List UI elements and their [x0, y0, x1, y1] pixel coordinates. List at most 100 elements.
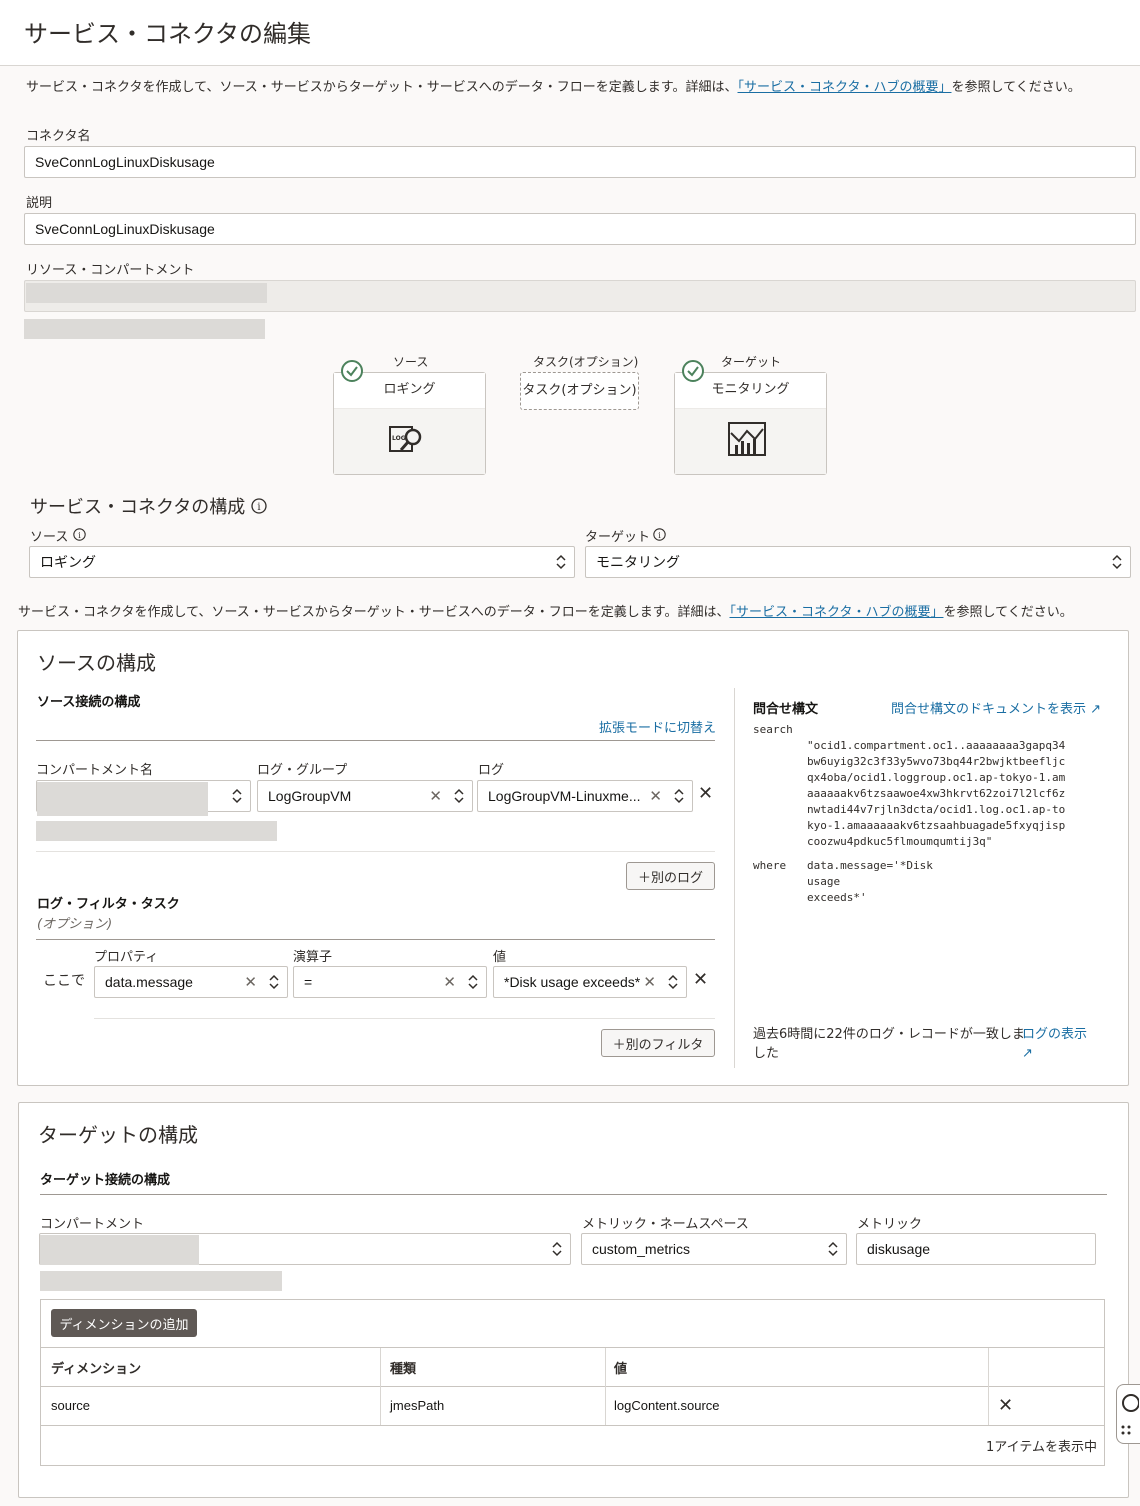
property-select[interactable]: data.message ✕	[94, 966, 288, 998]
query-line: bw6uyig32c3f33y5wvo73bq44r2bwjktbeefljc	[807, 755, 1066, 768]
query-line: coozwu4pdkuc5flmoumqumtij3q"	[807, 835, 993, 848]
source-connection-title: ソース接続の構成	[37, 695, 141, 710]
query-line: kyo-1.amaaaaaakv6tzsaahbuagade5fxyqjisp	[807, 819, 1066, 832]
intro-description: サービス・コネクタを作成して、ソース・サービスからターゲット・サービスへのデータ…	[26, 80, 738, 95]
config-title: サービス・コネクタの構成	[30, 497, 246, 518]
remove-dimension-icon[interactable]: ✕	[998, 1395, 1013, 1416]
metric-namespace-value: custom_metrics	[592, 1241, 691, 1257]
source-info-icon[interactable]: i	[73, 528, 86, 541]
source-check-icon	[341, 360, 363, 382]
source-card[interactable]: ロギング LOGS	[333, 372, 486, 475]
where-label: ここで	[43, 973, 85, 989]
divider	[94, 1018, 715, 1019]
clear-icon[interactable]: ✕	[649, 787, 662, 805]
target-card[interactable]: モニタリング	[674, 372, 827, 475]
connector-name-input[interactable]: SveConnLogLinuxDiskusage	[24, 146, 1136, 178]
help-chat-icon	[1121, 1394, 1140, 1435]
query-doc-link-label: 問合せ構文のドキュメントを表示	[891, 702, 1087, 717]
description-input[interactable]: SveConnLogLinuxDiskusage	[24, 213, 1136, 245]
dimension-name-cell: source	[51, 1398, 91, 1413]
query-line: usage	[807, 875, 841, 888]
source-config-title: ソースの構成	[37, 651, 156, 675]
metric-namespace-select[interactable]: custom_metrics	[581, 1233, 847, 1265]
logs-search-icon: LOGS	[389, 426, 422, 452]
advanced-mode-link[interactable]: 拡張モードに切替え	[599, 717, 716, 736]
chevron-updown-icon	[1112, 554, 1122, 570]
source-select-value: ロギング	[40, 554, 96, 570]
clear-icon[interactable]: ✕	[643, 973, 656, 991]
chevron-updown-icon	[668, 974, 678, 990]
description-label: 説明	[26, 196, 53, 211]
query-line: aaaaaakv6tzsaawoe4xw3hkrvt62zoi7l2lcf6z	[807, 787, 1066, 800]
operator-select[interactable]: = ✕	[293, 966, 487, 998]
intro-suffix: を参照してください。	[951, 80, 1081, 95]
column-divider	[605, 1348, 606, 1425]
clear-icon[interactable]: ✕	[244, 973, 257, 991]
property-label: プロパティ	[94, 950, 159, 965]
target-select[interactable]: モニタリング	[585, 546, 1131, 578]
remove-log-icon[interactable]: ✕	[698, 783, 713, 804]
add-filter-button[interactable]: ＋別のフィルタ	[601, 1029, 715, 1057]
svg-text:i: i	[78, 530, 81, 540]
redacted-target-compartment-path	[40, 1271, 282, 1291]
table-divider	[41, 1386, 1104, 1387]
query-divider	[734, 688, 735, 1068]
query-title: 問合せ構文	[753, 702, 819, 717]
help-widget[interactable]	[1116, 1384, 1140, 1444]
chevron-updown-icon	[556, 554, 566, 570]
filter-value: *Disk usage exceeds*	[504, 974, 641, 990]
add-dimension-button[interactable]: ディメンションの追加	[51, 1309, 197, 1337]
source-card-body: LOGS	[334, 409, 485, 474]
query-search-keyword: search	[753, 723, 793, 736]
clear-icon[interactable]: ✕	[429, 787, 442, 805]
chevron-updown-icon	[468, 974, 478, 990]
connector-name-value: SveConnLogLinuxDiskusage	[35, 154, 215, 170]
source-label: ソース	[30, 530, 69, 545]
svg-text:i: i	[257, 502, 260, 513]
redacted-source-compartment-path	[36, 821, 277, 841]
target-connection-title: ターゲット接続の構成	[40, 1173, 171, 1188]
clear-icon[interactable]: ✕	[443, 973, 456, 991]
query-line: "ocid1.compartment.oc1..aaaaaaaa3gapq34	[807, 739, 1066, 752]
divider	[36, 851, 715, 852]
external-link-icon: ↗	[1086, 702, 1102, 717]
redacted-compartment-path	[24, 319, 265, 339]
source-header: ソース	[393, 355, 429, 369]
remove-filter-icon[interactable]: ✕	[693, 969, 708, 990]
target-label: ターゲット	[585, 530, 651, 545]
query-where-keyword: where	[753, 859, 787, 872]
description-value: SveConnLogLinuxDiskusage	[35, 221, 215, 237]
target-check-icon	[682, 360, 704, 382]
source-select[interactable]: ロギング	[29, 546, 575, 578]
divider	[36, 939, 715, 940]
query-line: qx4oba/ocid1.loggroup.oc1.ap-tokyo-1.am	[807, 771, 1066, 784]
log-group-select[interactable]: LogGroupVM ✕	[257, 780, 473, 812]
log-filter-optional: (オプション)	[37, 917, 113, 932]
log-select[interactable]: LogGroupVM-Linuxme... ✕	[477, 780, 693, 812]
chevron-updown-icon	[454, 788, 464, 804]
add-log-button[interactable]: ＋別のログ	[626, 862, 715, 890]
redacted-compartment	[26, 283, 267, 303]
target-info-icon[interactable]: i	[653, 528, 666, 541]
property-value: data.message	[105, 974, 193, 990]
view-logs-link[interactable]: ログの表示 ↗	[1022, 1025, 1087, 1063]
log-label: ログ	[478, 763, 505, 778]
task-optional-button[interactable]: タスク(オプション)	[520, 372, 639, 410]
query-search-value: "ocid1.compartment.oc1..aaaaaaaa3gapq34 …	[807, 738, 1065, 850]
compartment-name-label: コンパートメント名	[36, 763, 154, 778]
column-header-type: 種類	[390, 1362, 417, 1377]
query-doc-link[interactable]: 問合せ構文のドキュメントを表示 ↗	[891, 698, 1101, 717]
metric-input[interactable]: diskusage	[856, 1233, 1096, 1265]
info-icon[interactable]: i	[251, 498, 267, 514]
log-group-label: ログ・グループ	[257, 763, 348, 778]
metric-value: diskusage	[867, 1241, 931, 1257]
intro-text: サービス・コネクタを作成して、ソース・サービスからターゲット・サービスへのデータ…	[26, 76, 1081, 95]
operator-label: 演算子	[293, 950, 333, 965]
intro-description-2: サービス・コネクタを作成して、ソース・サービスからターゲット・サービスへのデータ…	[18, 605, 730, 620]
dimensions-table	[40, 1299, 1105, 1466]
filter-value-select[interactable]: *Disk usage exceeds* ✕	[493, 966, 687, 998]
log-filter-title: ログ・フィルタ・タスク	[37, 897, 180, 912]
intro-suffix-2: を参照してください。	[943, 605, 1073, 620]
intro-overview-link-2[interactable]: 「サービス・コネクタ・ハブの概要」	[730, 605, 944, 620]
intro-overview-link[interactable]: 「サービス・コネクタ・ハブの概要」	[738, 80, 952, 95]
